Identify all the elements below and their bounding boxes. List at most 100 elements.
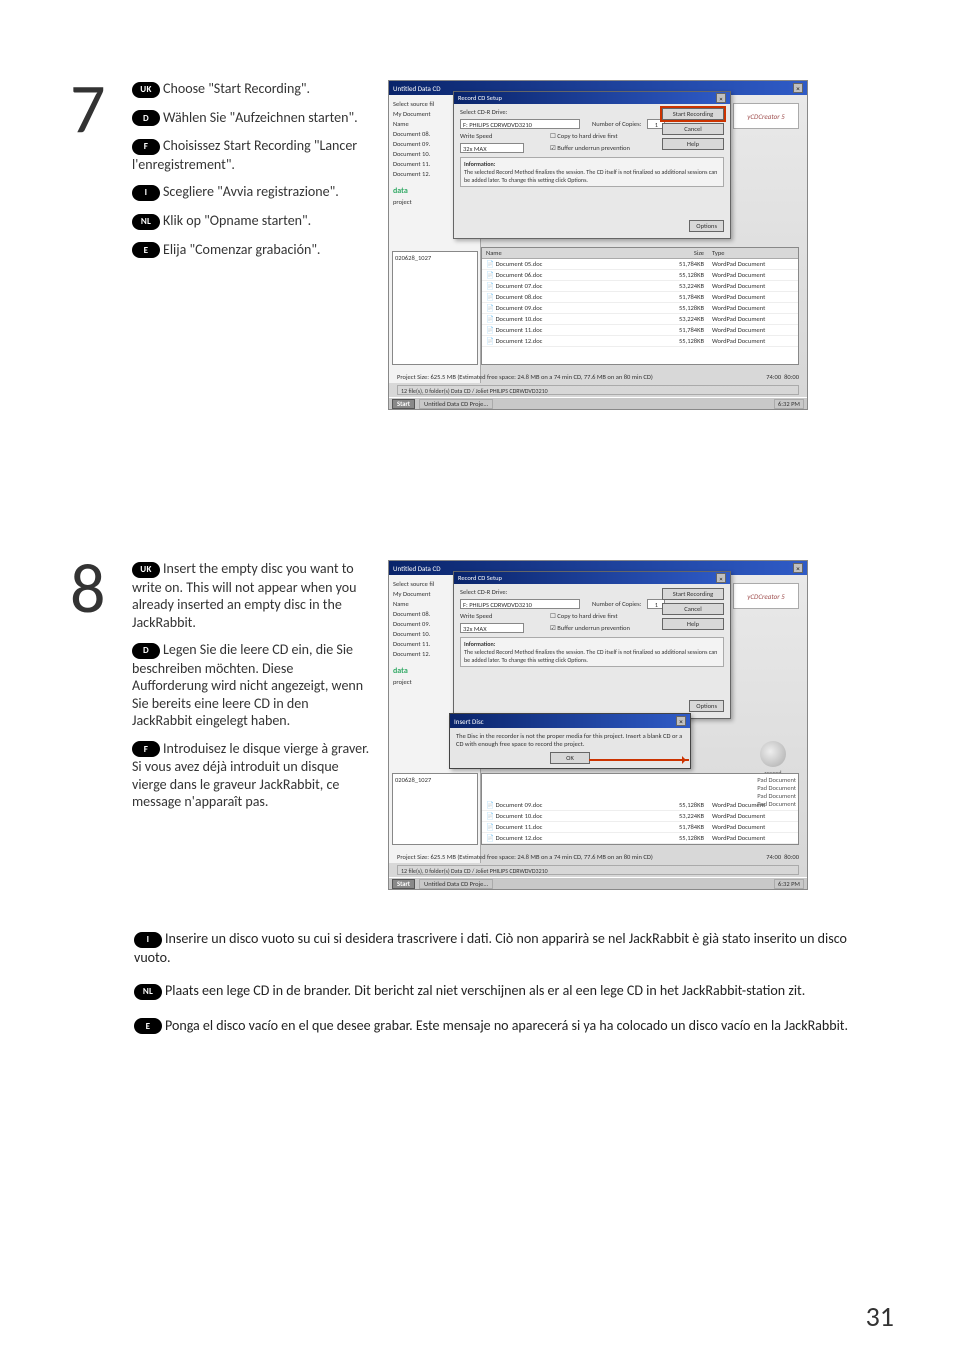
start-button[interactable]: Start bbox=[392, 399, 415, 409]
speed-select[interactable]: 32x MAX bbox=[460, 143, 524, 153]
screenshot-step7: Untitled Data CD× Select source fil My D… bbox=[388, 80, 808, 410]
brand-badge: yCDCreator 5 bbox=[733, 583, 799, 609]
taskbar-item[interactable]: Untitled Data CD Proje... bbox=[419, 879, 493, 889]
copy-hd-check[interactable]: ☐ Copy to hard drive first bbox=[550, 612, 618, 620]
close-icon[interactable]: × bbox=[716, 93, 726, 103]
table-row[interactable]: 📄 Document 09.doc55,128KBWordPad Documen… bbox=[482, 800, 798, 811]
close-icon[interactable]: × bbox=[676, 716, 686, 726]
pill-nl: NL bbox=[134, 984, 162, 1000]
ok-button[interactable]: OK bbox=[550, 752, 590, 764]
col-type[interactable]: Type bbox=[708, 248, 798, 258]
record-setup-dialog: Record CD Setup× Select CD-R Drive: F: P… bbox=[453, 571, 731, 719]
step8-uk: Insert the empty disc you want to write … bbox=[132, 560, 357, 631]
speed-select[interactable]: 32x MAX bbox=[460, 623, 524, 633]
pill-d: D bbox=[132, 643, 160, 659]
table-row[interactable]: 📄 Document 07.doc53,224KBWordPad Documen… bbox=[482, 281, 798, 292]
step8-d: Legen Sie die leere CD ein, die Sie besc… bbox=[132, 641, 363, 729]
file-list: Name Size Type 📄 Document 05.doc51,784KB… bbox=[481, 247, 799, 365]
dialog-titlebar: Record CD Setup × bbox=[454, 92, 730, 104]
help-button[interactable]: Help bbox=[662, 618, 724, 630]
project-size: Project Size: 625.5 MB (Estimated free s… bbox=[397, 853, 799, 861]
table-row[interactable]: 📄 Document 06.doc55,128KBWordPad Documen… bbox=[482, 270, 798, 281]
step8-i: Inserire un disco vuoto su cui si deside… bbox=[134, 930, 847, 966]
step8-lower-text: IInserire un disco vuoto su cui si desid… bbox=[134, 930, 854, 1035]
project-tree[interactable]: 020628_1027 bbox=[392, 773, 478, 845]
record-setup-dialog: Record CD Setup × Select CD-R Drive: F: P… bbox=[453, 91, 731, 239]
step7-f: Choisissez Start Recording "Lancer l'enr… bbox=[132, 137, 357, 173]
pill-uk: UK bbox=[132, 82, 160, 98]
project-tree[interactable]: 020628_1027 bbox=[392, 251, 478, 365]
table-row[interactable]: 📄 Document 09.doc55,128KBWordPad Documen… bbox=[482, 303, 798, 314]
insert-disc-msg: The Disc in the recorder is not the prop… bbox=[456, 732, 684, 748]
table-row[interactable]: 📄 Document 08.doc51,784KBWordPad Documen… bbox=[482, 292, 798, 303]
callout-arrow bbox=[589, 759, 689, 761]
step7-e: Elija "Comenzar grabación". bbox=[163, 241, 320, 258]
pill-d: D bbox=[132, 110, 160, 126]
step8-text: UKInsert the empty disc you want to writ… bbox=[132, 560, 382, 890]
start-recording-button[interactable]: Start Recording bbox=[662, 108, 724, 120]
taskbar-clock: 6:32 PM bbox=[774, 399, 804, 409]
app-title: Untitled Data CD bbox=[393, 564, 441, 573]
taskbar: Start Untitled Data CD Proje... 6:32 PM bbox=[389, 877, 807, 889]
copies-label: Number of Copies: bbox=[592, 120, 641, 128]
project-size: Project Size: 625.5 MB (Estimated free s… bbox=[397, 373, 799, 381]
help-button[interactable]: Help bbox=[662, 138, 724, 150]
start-button[interactable]: Start bbox=[392, 879, 415, 889]
drive-select[interactable]: F: PHILIPS CDRWDVD3210 bbox=[460, 119, 580, 129]
status-bar: 12 file(s), 0 folder(s) Data CD / Joliet… bbox=[397, 865, 799, 875]
col-name[interactable]: Name bbox=[482, 248, 658, 258]
start-recording-button[interactable]: Start Recording bbox=[662, 588, 724, 600]
taskbar-item[interactable]: Untitled Data CD Proje... bbox=[419, 399, 493, 409]
cancel-button[interactable]: Cancel bbox=[662, 603, 724, 615]
drive-label: Select CD-R Drive: bbox=[460, 588, 538, 596]
screenshot-step8: Untitled Data CD× Select source fil My D… bbox=[388, 560, 808, 890]
taskbar-clock: 6:32 PM bbox=[774, 879, 804, 889]
record-icon bbox=[760, 741, 786, 767]
brand-badge: yCDCreator 5 bbox=[733, 103, 799, 129]
step-number-7: 7 bbox=[70, 80, 126, 410]
options-button[interactable]: Options bbox=[689, 220, 724, 232]
cancel-button[interactable]: Cancel bbox=[662, 123, 724, 135]
speed-label: Write Speed bbox=[460, 612, 538, 620]
drive-label: Select CD-R Drive: bbox=[460, 108, 538, 116]
table-row[interactable]: 📄 Document 12.doc55,128KBWordPad Documen… bbox=[482, 833, 798, 844]
step8-nl: Plaats een lege CD in de brander. Dit be… bbox=[165, 982, 805, 999]
step8-f: Introduisez le disque vierge à graver. S… bbox=[132, 740, 369, 811]
copy-hd-check[interactable]: ☐ Copy to hard drive first bbox=[550, 132, 618, 140]
table-row[interactable]: 📄 Document 11.doc51,784KBWordPad Documen… bbox=[482, 325, 798, 336]
table-row[interactable]: 📄 Document 05.doc51,784KBWordPad Documen… bbox=[482, 259, 798, 270]
table-row[interactable]: 📄 Document 10.doc53,224KBWordPad Documen… bbox=[482, 811, 798, 822]
drive-select[interactable]: F: PHILIPS CDRWDVD3210 bbox=[460, 599, 580, 609]
step7-i: Scegliere "Avvia registrazione". bbox=[163, 183, 339, 200]
file-list-header: Name Size Type bbox=[482, 248, 798, 259]
close-icon[interactable]: × bbox=[793, 563, 803, 573]
close-icon[interactable]: × bbox=[793, 83, 803, 93]
close-icon[interactable]: × bbox=[716, 573, 726, 583]
info-box: Information:The selected Record Method f… bbox=[460, 157, 724, 187]
col-size[interactable]: Size bbox=[658, 248, 708, 258]
step7-text: UKChoose "Start Recording". DWählen Sie … bbox=[132, 80, 382, 410]
table-row[interactable]: 📄 Document 10.doc53,224KBWordPad Documen… bbox=[482, 314, 798, 325]
info-box: Information:The selected Record Method f… bbox=[460, 637, 724, 667]
insert-disc-title: Insert Disc bbox=[454, 717, 484, 726]
pill-e: E bbox=[134, 1018, 162, 1034]
pill-uk: UK bbox=[132, 562, 160, 578]
page-number: 31 bbox=[866, 1299, 894, 1334]
file-list: Pad DocumentPad DocumentPad DocumentPad … bbox=[481, 773, 799, 845]
buffer-check[interactable]: ☑ Buffer underrun prevention bbox=[550, 624, 630, 632]
dialog-title: Record CD Setup bbox=[458, 94, 502, 102]
buffer-check[interactable]: ☑ Buffer underrun prevention bbox=[550, 144, 630, 152]
record-button[interactable]: record bbox=[747, 741, 799, 777]
status-bar: 12 file(s), 0 folder(s) Data CD / Joliet… bbox=[397, 385, 799, 395]
insert-disc-titlebar: Insert Disc × bbox=[450, 714, 690, 728]
options-button[interactable]: Options bbox=[689, 700, 724, 712]
step-number-8: 8 bbox=[70, 560, 126, 890]
step7-uk: Choose "Start Recording". bbox=[163, 80, 310, 97]
pill-e: E bbox=[132, 242, 160, 258]
table-row[interactable]: 📄 Document 11.doc51,784KBWordPad Documen… bbox=[482, 822, 798, 833]
table-row[interactable]: 📄 Document 12.doc55,128KBWordPad Documen… bbox=[482, 336, 798, 347]
step7-nl: Klik op "Opname starten". bbox=[163, 212, 311, 229]
step7-d: Wählen Sie "Aufzeichnen starten". bbox=[163, 109, 358, 126]
speed-label: Write Speed bbox=[460, 132, 538, 140]
pill-f: F bbox=[132, 139, 160, 155]
